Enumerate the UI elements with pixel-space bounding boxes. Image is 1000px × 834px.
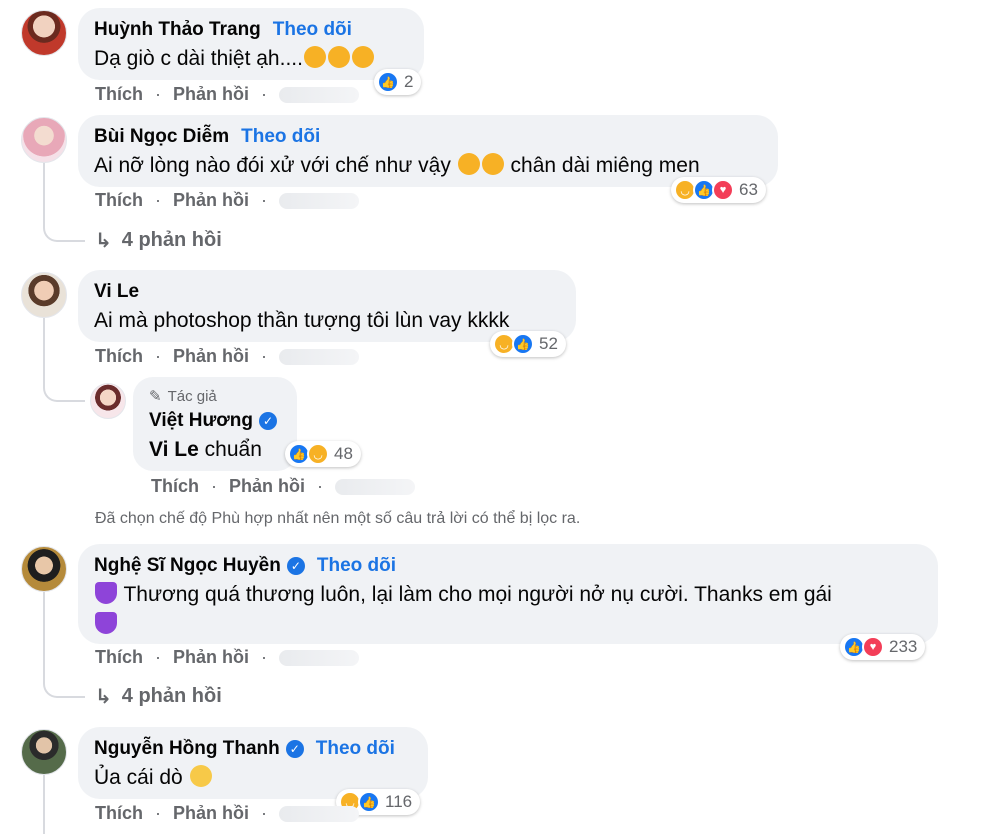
like-action[interactable]: Thích [95, 346, 143, 367]
commenter-name[interactable]: Vi Le [94, 281, 139, 303]
rofl-emoji-icon [327, 46, 350, 68]
reply-action[interactable]: Phản hồi [173, 346, 249, 367]
comment-text: Ai mà photoshop thần tượng tôi lùn vay k… [94, 309, 510, 332]
reply-arrow-icon: ↳ [95, 230, 112, 252]
reaction-summary[interactable]: 👍 2 [374, 69, 422, 95]
comment-actions: Thích · Phản hồi · [95, 647, 359, 668]
commenter-name[interactable]: Nghệ Sĩ Ngọc Huyền [94, 555, 281, 577]
timestamp[interactable] [335, 478, 415, 495]
follow-link[interactable]: Theo dõi [316, 738, 395, 760]
avatar[interactable] [90, 383, 126, 419]
timestamp[interactable] [279, 192, 359, 209]
comment-bubble: Nghệ Sĩ Ngọc Huyền ✓ Theo dõi Thương quá… [78, 544, 938, 644]
timestamp[interactable] [279, 348, 359, 365]
view-replies-link[interactable]: ↳ 4 phản hồi [95, 684, 222, 709]
comment-actions: Thích · Phản hồi · [95, 803, 359, 824]
comment-actions: Thích · Phản hồi · [95, 190, 359, 211]
reply-action[interactable]: Phản hồi [173, 803, 249, 824]
comment-text: Vi Le chuẩn [149, 438, 262, 461]
mention-link[interactable]: Vi Le [149, 438, 199, 461]
comment-bubble: Bùi Ngọc Diễm Theo dõi Ai nỡ lòng nào đó… [78, 115, 778, 187]
rofl-emoji-icon [303, 46, 326, 68]
follow-link[interactable]: Theo dõi [241, 126, 320, 148]
reaction-summary[interactable]: ◡ 👍 ♥ 63 [671, 177, 766, 203]
thread-line [43, 318, 85, 402]
verified-badge-icon: ✓ [285, 740, 304, 758]
reaction-summary[interactable]: 👍 ♥ 233 [840, 634, 926, 660]
tears-of-joy-emoji-icon [481, 153, 504, 175]
view-replies-link[interactable]: ↳ 4 phản hồi [95, 228, 222, 253]
follow-link[interactable]: Theo dõi [317, 555, 396, 577]
comment-actions: Thích · Phản hồi · [151, 476, 415, 497]
reply-bubble: ✎ Tác giả Việt Hương ✓ Vi Le chuẩn [133, 377, 297, 471]
comment-actions: Thích · Phản hồi · [95, 84, 359, 105]
love-reaction-icon: ♥ [712, 179, 734, 201]
avatar[interactable] [21, 272, 67, 318]
comment-text: Ai nỡ lòng nào đói xử với chế như vậy ch… [94, 153, 700, 177]
commenter-name[interactable]: Huỳnh Thảo Trang [94, 19, 261, 41]
like-action[interactable]: Thích [95, 84, 143, 105]
timestamp[interactable] [279, 86, 359, 103]
verified-badge-icon: ✓ [286, 557, 305, 575]
rofl-emoji-icon [351, 46, 374, 68]
commenter-name[interactable]: Việt Hương [149, 410, 253, 432]
haha-reaction-icon: ◡ [307, 443, 329, 465]
verified-badge-icon: ✓ [258, 412, 277, 430]
reply-action[interactable]: Phản hồi [173, 84, 249, 105]
thread-line [43, 775, 45, 834]
timestamp[interactable] [279, 649, 359, 666]
comment-text: Thương quá thương luôn, lại làm cho mọi … [94, 580, 922, 640]
author-badge: ✎ Tác giả [149, 387, 217, 406]
like-action[interactable]: Thích [95, 190, 143, 211]
commenter-name[interactable]: Nguyễn Hồng Thanh [94, 738, 280, 760]
commenter-name[interactable]: Bùi Ngọc Diễm [94, 126, 229, 148]
filter-notice: Đã chọn chế độ Phù hợp nhất nên một số c… [95, 510, 581, 527]
avatar[interactable] [21, 546, 67, 592]
avatar[interactable] [21, 10, 67, 56]
like-reaction-icon: 👍 [358, 791, 380, 813]
pencil-icon: ✎ [149, 388, 162, 405]
like-reaction-icon: 👍 [377, 71, 399, 93]
reply-action[interactable]: Phản hồi [173, 190, 249, 211]
reaction-summary[interactable]: ◡ 👍 52 [490, 331, 566, 357]
reaction-summary[interactable]: 👍 ◡ 48 [285, 441, 361, 467]
follow-link[interactable]: Theo dõi [273, 19, 352, 41]
purple-heart-icon [95, 582, 117, 604]
comment-actions: Thích · Phản hồi · [95, 346, 359, 367]
purple-heart-icon [95, 612, 117, 634]
like-action[interactable]: Thích [151, 476, 199, 497]
reply-arrow-icon: ↳ [95, 686, 112, 708]
reply-action[interactable]: Phản hồi [173, 647, 249, 668]
like-action[interactable]: Thích [95, 803, 143, 824]
tears-of-joy-emoji-icon [457, 153, 480, 175]
timestamp[interactable] [279, 805, 359, 822]
like-action[interactable]: Thích [95, 647, 143, 668]
reply-action[interactable]: Phản hồi [229, 476, 305, 497]
like-reaction-icon: 👍 [512, 333, 534, 355]
comment-text: Dạ giò c dài thiệt ạh.... [94, 44, 408, 74]
avatar[interactable] [21, 729, 67, 775]
love-reaction-icon: ♥ [862, 636, 884, 658]
eye-roll-emoji-icon [189, 765, 212, 787]
avatar[interactable] [21, 117, 67, 163]
comment-bubble: Huỳnh Thảo Trang Theo dõi Dạ giò c dài t… [78, 8, 424, 80]
